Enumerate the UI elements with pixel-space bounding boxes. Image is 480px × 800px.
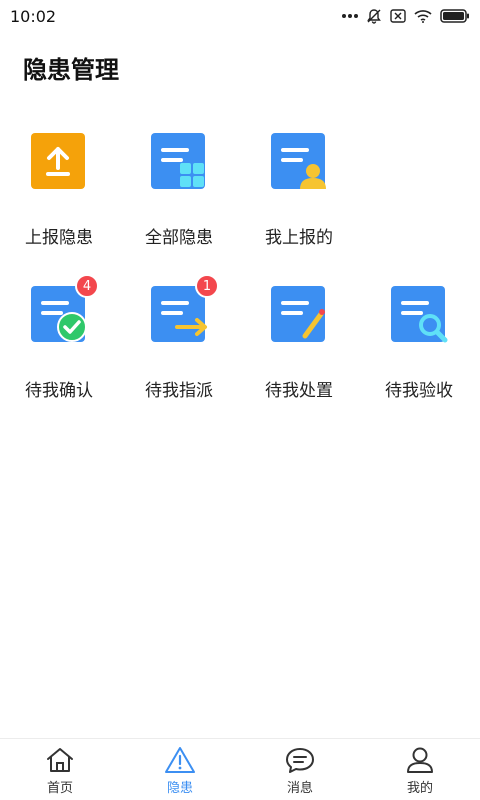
tab-hazard[interactable]: 隐患 [120,739,240,800]
tab-messages[interactable]: 消息 [240,739,360,800]
grid-item-label: 上报隐患 [25,228,93,248]
tab-label: 隐患 [166,781,193,796]
message-icon [286,748,314,773]
notification-badge: 4 [75,274,99,298]
confirm-icon: 4 [29,274,99,344]
upload-icon [29,131,89,191]
mute-bell-icon [367,9,381,24]
grid-item-confirm[interactable]: 4 待我确认 [4,274,114,414]
battery-icon [440,9,469,23]
page-title: 隐患管理 [23,56,119,84]
grid-item-handle[interactable]: 待我处置 [244,284,354,414]
grid-item-assign[interactable]: 1 待我指派 [124,274,234,414]
bottom-tabbar: 首页 隐患 消息 我的 [0,738,480,800]
tab-home[interactable]: 首页 [0,739,120,800]
handle-icon [269,284,329,344]
grid-item-label: 待我确认 [25,381,93,401]
grid-item-report[interactable]: 上报隐患 [4,131,114,261]
grid-item-label: 全部隐患 [145,228,213,248]
tab-label: 消息 [286,781,313,796]
sim-none-icon [390,9,406,23]
status-time: 10:02 [10,6,57,26]
tab-label: 首页 [46,781,73,796]
status-icons [342,8,470,24]
grid-item-accept[interactable]: 待我验收 [364,284,474,414]
warning-icon [165,747,195,773]
grid-item-my-report[interactable]: 我上报的 [244,131,354,261]
more-dots-icon [342,14,358,18]
my-report-icon [269,131,329,191]
wifi-icon [414,10,432,23]
grid-item-label: 待我验收 [385,381,453,401]
grid-item-label: 待我指派 [145,381,213,401]
status-bar: 10:02 [0,0,480,32]
all-list-icon [149,131,209,191]
grid-item-label: 待我处置 [265,381,333,401]
accept-icon [389,284,449,344]
assign-icon: 1 [149,274,219,344]
grid-item-label: 我上报的 [265,228,333,248]
notification-badge: 1 [195,274,219,298]
home-icon [47,748,73,772]
grid-item-all[interactable]: 全部隐患 [124,131,234,261]
tab-mine[interactable]: 我的 [360,739,480,800]
user-icon [407,747,433,773]
tab-label: 我的 [406,781,433,796]
